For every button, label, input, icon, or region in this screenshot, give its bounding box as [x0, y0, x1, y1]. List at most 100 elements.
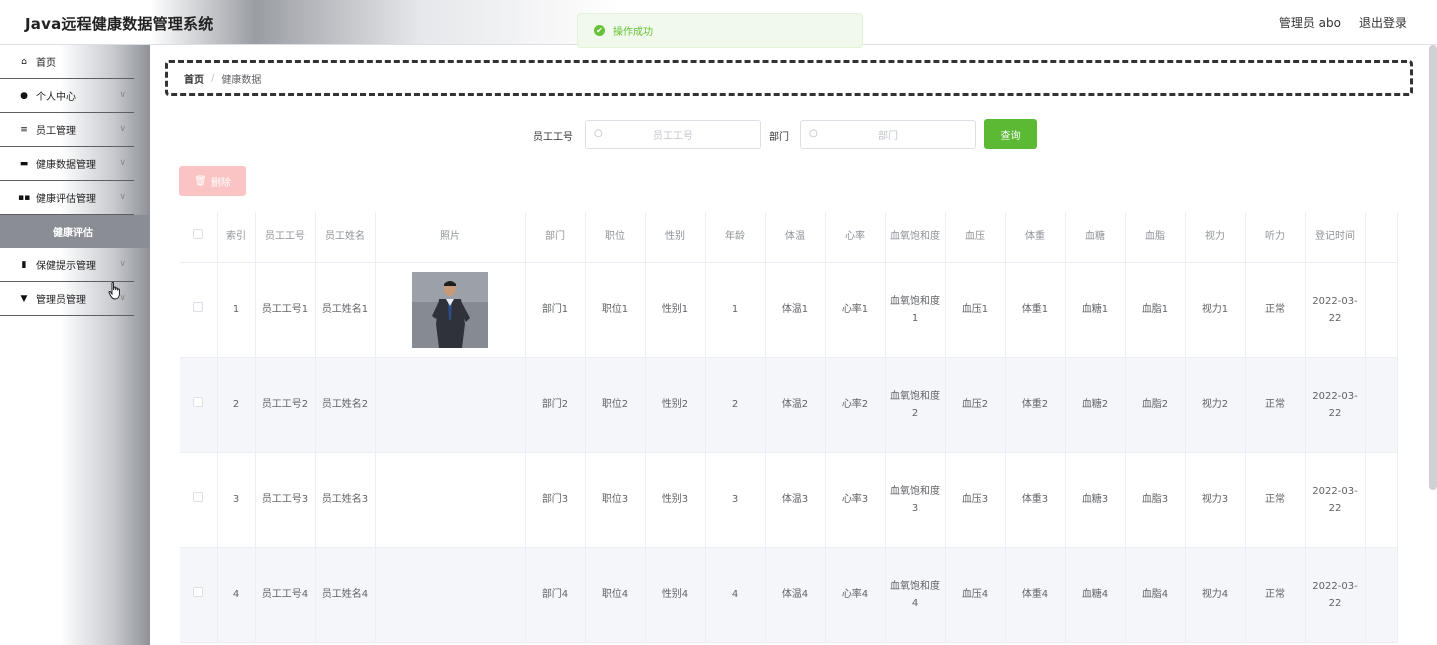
cell-position: 职位3: [585, 452, 646, 548]
breadcrumb-separator: /: [211, 72, 215, 84]
sidebar-item-health-tips-management[interactable]: ▮ 保健提示管理 ∨: [0, 248, 134, 282]
cell-dept: 部门4: [525, 547, 586, 643]
cell-age: 4: [705, 547, 766, 643]
cell-blood-pressure: 血压3: [945, 452, 1006, 548]
delete-button[interactable]: 🗑 删除: [179, 166, 246, 196]
dept-label: 部门: [769, 132, 789, 143]
cell-actions: [1365, 452, 1398, 548]
cell-gender: 性别3: [645, 452, 706, 548]
chevron-down-icon: ∨: [119, 192, 126, 202]
breadcrumb-home[interactable]: 首页: [184, 71, 204, 86]
briefcase-icon: ▬: [19, 158, 29, 169]
clipboard-icon: ▮: [21, 259, 27, 270]
health-data-table: 索引 员工工号 员工姓名 照片 部门 职位 性别 年龄 体温 心率 血氧饱和度 …: [180, 212, 1398, 643]
cell-emp-no: 员工工号1: [255, 262, 316, 358]
cell-position: 职位1: [585, 262, 646, 358]
sidebar-item-personal-center[interactable]: ● 个人中心 ∨: [0, 79, 134, 113]
cell-temperature: 体温3: [765, 452, 826, 548]
cell-hearing: 正常: [1245, 452, 1306, 548]
row-checkbox[interactable]: [193, 492, 204, 502]
table-row: 3 员工工号3 员工姓名3 部门3 职位3 性别3 3 体温3 心率3 血氧饱和…: [180, 452, 1398, 548]
column-header: 员工姓名: [315, 212, 376, 263]
employee-no-input[interactable]: ○ 员工工号: [585, 120, 761, 149]
cell-heart-rate: 心率2: [825, 357, 886, 453]
cell-gender: 性别2: [645, 357, 706, 453]
breadcrumb: 首页 / 健康数据: [165, 60, 1413, 96]
sidebar-item-employee-management[interactable]: ≡ 员工管理 ∨: [0, 113, 134, 147]
table-row: 1 员工工号1 员工姓名1 部门1 职位1 性别1 1 体温1 心率1 血氧饱和…: [180, 262, 1398, 358]
column-header: 体重: [1005, 212, 1066, 263]
logout-link[interactable]: 退出登录: [1359, 14, 1407, 31]
cell-gender: 性别1: [645, 262, 706, 358]
cell-age: 2: [705, 357, 766, 453]
table-row: 2 员工工号2 员工姓名2 部门2 职位2 性别2 2 体温2 心率2 血氧饱和…: [180, 357, 1398, 453]
cell-position: 职位2: [585, 357, 646, 453]
cell-date: 2022-03-22: [1305, 547, 1366, 643]
employee-no-placeholder: 员工工号: [653, 131, 693, 142]
cell-hearing: 正常: [1245, 547, 1306, 643]
cell-dept: 部门3: [525, 452, 586, 548]
query-button[interactable]: 查询: [984, 119, 1037, 149]
vertical-scrollbar[interactable]: [1429, 45, 1437, 490]
dept-input[interactable]: ○ 部门: [800, 120, 976, 149]
cell-oxygen: 血氧饱和度4: [885, 547, 946, 643]
sidebar-item-label: 健康数据管理: [36, 160, 96, 171]
employee-no-label: 员工工号: [533, 132, 573, 143]
cell-age: 3: [705, 452, 766, 548]
search-bar: 员工工号 ○ 员工工号 部门 ○ 部门 查询: [150, 119, 1437, 149]
cell-temperature: 体温4: [765, 547, 826, 643]
cell-blood-lipid: 血脂3: [1125, 452, 1186, 548]
row-checkbox[interactable]: [193, 397, 204, 407]
sidebar: ⌂ 首页 ● 个人中心 ∨ ≡ 员工管理 ∨ ▬ 健康数据管理 ∨ ▪▪ 健康评…: [0, 45, 150, 645]
cell-oxygen: 血氧饱和度3: [885, 452, 946, 548]
search-icon: ○: [809, 128, 818, 139]
person-photo-image: [412, 271, 488, 348]
cell-photo: [375, 547, 526, 643]
cell-vision: 视力2: [1185, 357, 1246, 453]
sidebar-item-health-data-management[interactable]: ▬ 健康数据管理 ∨: [0, 147, 134, 181]
column-header: 职位: [585, 212, 646, 263]
toast-message: 操作成功: [613, 27, 653, 38]
cell-actions: [1365, 262, 1398, 358]
column-header: 听力: [1245, 212, 1306, 263]
column-header: 血糖: [1065, 212, 1126, 263]
cell-age: 1: [705, 262, 766, 358]
check-circle-icon: ✔: [594, 25, 605, 36]
cell-hearing: 正常: [1245, 357, 1306, 453]
cell-photo: [375, 357, 526, 453]
cell-blood-lipid: 血脂4: [1125, 547, 1186, 643]
cell-vision: 视力3: [1185, 452, 1246, 548]
sidebar-item-label: 管理员管理: [36, 295, 86, 306]
cell-actions: [1365, 547, 1398, 643]
cell-weight: 体重2: [1005, 357, 1066, 453]
cell-oxygen: 血氧饱和度1: [885, 262, 946, 358]
sidebar-item-label: 个人中心: [36, 92, 76, 103]
sidebar-item-home[interactable]: ⌂ 首页: [0, 45, 134, 79]
sidebar-item-label: 员工管理: [36, 126, 76, 137]
admin-user-label[interactable]: 管理员 abo: [1279, 14, 1341, 31]
cell-heart-rate: 心率4: [825, 547, 886, 643]
column-header-actions: [1365, 212, 1398, 263]
chevron-down-icon: ∨: [119, 90, 126, 100]
select-all-header[interactable]: [180, 212, 218, 263]
cell-emp-no: 员工工号2: [255, 357, 316, 453]
row-checkbox[interactable]: [193, 302, 204, 312]
cell-emp-no: 员工工号3: [255, 452, 316, 548]
row-checkbox[interactable]: [193, 587, 204, 597]
sidebar-subitem-health-assessment[interactable]: 健康评估: [0, 215, 150, 248]
column-header: 体温: [765, 212, 826, 263]
sidebar-item-health-assessment-management[interactable]: ▪▪ 健康评估管理 ∨: [0, 181, 134, 215]
cell-blood-sugar: 血糖4: [1065, 547, 1126, 643]
cell-position: 职位4: [585, 547, 646, 643]
cell-dept: 部门1: [525, 262, 586, 358]
column-header: 血氧饱和度: [885, 212, 946, 263]
employee-photo[interactable]: [412, 271, 488, 348]
cell-vision: 视力4: [1185, 547, 1246, 643]
search-icon: ○: [594, 128, 603, 139]
user-icon: ●: [20, 90, 28, 101]
cell-gender: 性别4: [645, 547, 706, 643]
app-title: Java远程健康数据管理系统: [25, 15, 214, 33]
cell-date: 2022-03-22: [1305, 452, 1366, 548]
select-all-checkbox[interactable]: [193, 229, 204, 240]
main-content: 首页 / 健康数据 员工工号 ○ 员工工号 部门 ○ 部门 查询 🗑 删除 索引…: [150, 45, 1437, 645]
